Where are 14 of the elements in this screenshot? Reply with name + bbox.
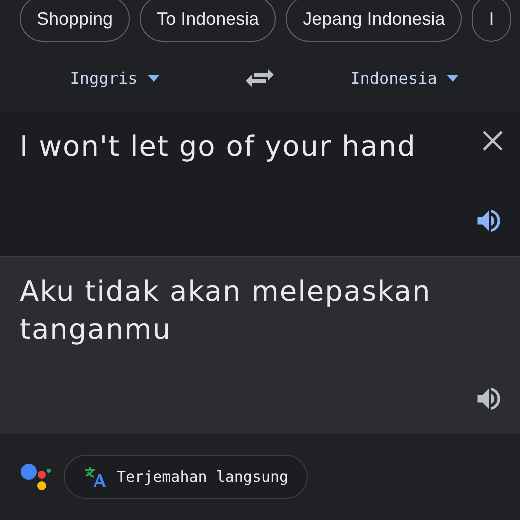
caret-icon	[148, 74, 160, 82]
live-translate-button[interactable]: Terjemahan langsung	[64, 455, 308, 499]
source-language-button[interactable]: Inggris	[66, 64, 164, 92]
suggestion-chip[interactable]: Jepang Indonesia	[286, 0, 462, 42]
caret-icon	[447, 74, 460, 82]
suggestion-chip[interactable]: I	[472, 0, 512, 42]
close-icon[interactable]	[482, 130, 504, 152]
suggestion-chip[interactable]: Shopping	[20, 0, 130, 42]
translate-icon	[83, 466, 107, 488]
target-language-button[interactable]: Indonesia	[346, 64, 464, 92]
assistant-icon[interactable]	[20, 462, 52, 492]
translation-text: Aku tidak akan melepaskan tanganmu	[20, 274, 432, 348]
suggestion-chip[interactable]: To Indonesia	[140, 0, 276, 42]
swap-icon[interactable]	[246, 67, 274, 89]
